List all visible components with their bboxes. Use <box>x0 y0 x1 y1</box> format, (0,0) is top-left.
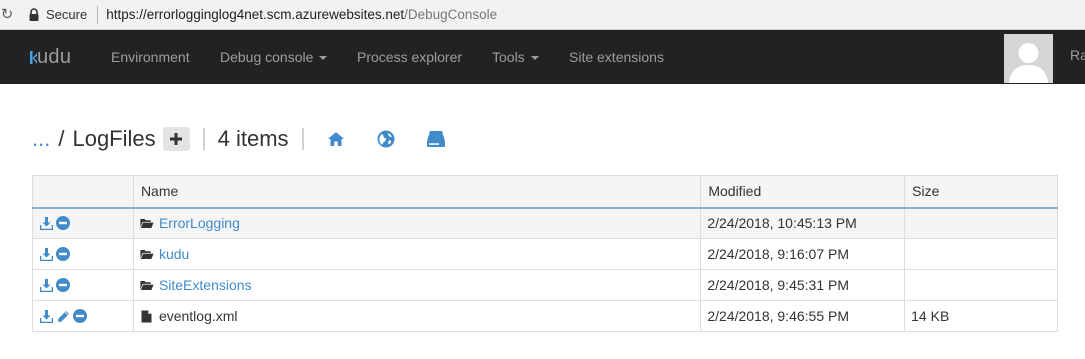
current-folder: LogFiles <box>72 126 156 151</box>
secure-label: Secure <box>46 7 88 22</box>
kudu-logo-mark <box>30 51 37 64</box>
size-cell: 14 KB <box>904 300 1058 332</box>
file-name-cell: kudu <box>132 238 702 270</box>
file-name-link[interactable]: ErrorLogging <box>159 215 240 231</box>
browser-address-bar: ↻ Secure https://errorlogginglog4net.scm… <box>0 0 1085 30</box>
size-cell <box>904 238 1058 270</box>
download-icon[interactable] <box>39 309 53 323</box>
name-column-header[interactable]: Name <box>132 175 702 209</box>
avatar[interactable] <box>1004 34 1053 83</box>
delete-icon[interactable] <box>56 216 70 231</box>
breadcrumb-separator: / <box>58 126 65 151</box>
nav-environment-label: Environment <box>111 49 190 65</box>
nav-site-extensions-label: Site extensions <box>569 49 664 65</box>
delete-icon[interactable] <box>56 247 70 261</box>
folder-open-icon <box>140 247 154 261</box>
file-name-link[interactable]: SiteExtensions <box>159 277 252 293</box>
file-name-cell: eventlog.xml <box>132 300 702 332</box>
nav-process-explorer[interactable]: Process explorer <box>357 49 462 65</box>
row-actions <box>32 207 134 239</box>
delete-icon[interactable] <box>56 278 70 292</box>
top-navbar: udu Environment Debug console Process ex… <box>0 30 1085 84</box>
nav-site-extensions[interactable]: Site extensions <box>569 49 664 65</box>
table-row[interactable]: SiteExtensions 2/24/2018, 9:45:31 PM <box>32 269 1058 301</box>
file-icon <box>140 309 154 323</box>
file-name-cell: SiteExtensions <box>132 269 702 301</box>
file-name-link[interactable]: kudu <box>159 246 189 262</box>
file-table: Name Modified Size ErrorLogging 2/24/201… <box>32 175 1058 332</box>
size-cell <box>904 269 1058 301</box>
file-name-cell: ErrorLogging <box>132 207 702 239</box>
new-item-button[interactable] <box>162 127 190 151</box>
url-host: https://errorlogginglog4net.scm.azureweb… <box>106 7 405 22</box>
row-actions <box>32 300 134 332</box>
modified-cell: 2/24/2018, 9:16:07 PM <box>700 238 906 270</box>
nav-environment[interactable]: Environment <box>111 49 190 65</box>
chevron-down-icon <box>319 56 328 61</box>
url-path: /DebugConsole <box>404 7 498 22</box>
size-cell <box>904 207 1058 239</box>
modified-column-header[interactable]: Modified <box>700 175 906 209</box>
chevron-down-icon <box>530 56 539 61</box>
download-icon[interactable] <box>39 216 53 230</box>
address-separator <box>97 5 99 24</box>
delete-icon[interactable] <box>73 309 87 323</box>
modified-cell: 2/24/2018, 10:45:13 PM <box>700 207 906 239</box>
folder-open-icon <box>140 278 154 292</box>
row-actions <box>32 238 134 270</box>
modified-cell: 2/24/2018, 9:46:55 PM <box>700 300 906 332</box>
user-silhouette-icon <box>1004 34 1053 83</box>
table-row[interactable]: ErrorLogging 2/24/2018, 10:45:13 PM <box>32 207 1058 239</box>
size-column-header[interactable]: Size <box>904 175 1058 209</box>
file-name[interactable]: eventlog.xml <box>159 308 238 324</box>
row-actions <box>32 269 134 301</box>
lock-icon <box>28 8 40 22</box>
parent-folder-link[interactable]: ... <box>32 126 50 152</box>
breadcrumb: ... / LogFiles 4 items <box>32 122 446 156</box>
table-row[interactable]: eventlog.xml 2/24/2018, 9:46:55 PM 14 KB <box>32 300 1058 332</box>
toolbar-divider <box>202 128 205 150</box>
nav-debug-console[interactable]: Debug console <box>220 49 328 65</box>
download-icon[interactable] <box>39 278 53 292</box>
reload-icon[interactable]: ↻ <box>0 0 14 30</box>
plus-icon <box>170 133 183 145</box>
edit-icon[interactable] <box>56 309 70 323</box>
brand-text: udu <box>37 45 72 68</box>
item-count: 4 items <box>217 126 289 151</box>
table-header-row: Name Modified Size <box>32 175 1058 209</box>
modified-cell: 2/24/2018, 9:45:31 PM <box>700 269 906 301</box>
folder-open-icon <box>140 216 154 230</box>
hard-drive-icon[interactable] <box>426 129 446 149</box>
toolbar-divider <box>301 128 304 150</box>
download-icon[interactable] <box>39 247 53 261</box>
nav-tools-label: Tools <box>492 49 525 65</box>
table-row[interactable]: kudu 2/24/2018, 9:16:07 PM <box>32 238 1058 270</box>
nav-debug-console-label: Debug console <box>220 49 314 65</box>
url-field[interactable]: https://errorlogginglog4net.scm.azureweb… <box>106 7 497 22</box>
globe-icon[interactable] <box>376 129 396 149</box>
kudu-logo[interactable]: udu <box>30 46 71 69</box>
actions-column-header <box>32 175 134 209</box>
nav-process-explorer-label: Process explorer <box>357 49 463 65</box>
home-icon[interactable] <box>326 129 346 149</box>
nav-tools[interactable]: Tools <box>492 49 539 65</box>
user-name[interactable]: Ra <box>1070 47 1085 63</box>
